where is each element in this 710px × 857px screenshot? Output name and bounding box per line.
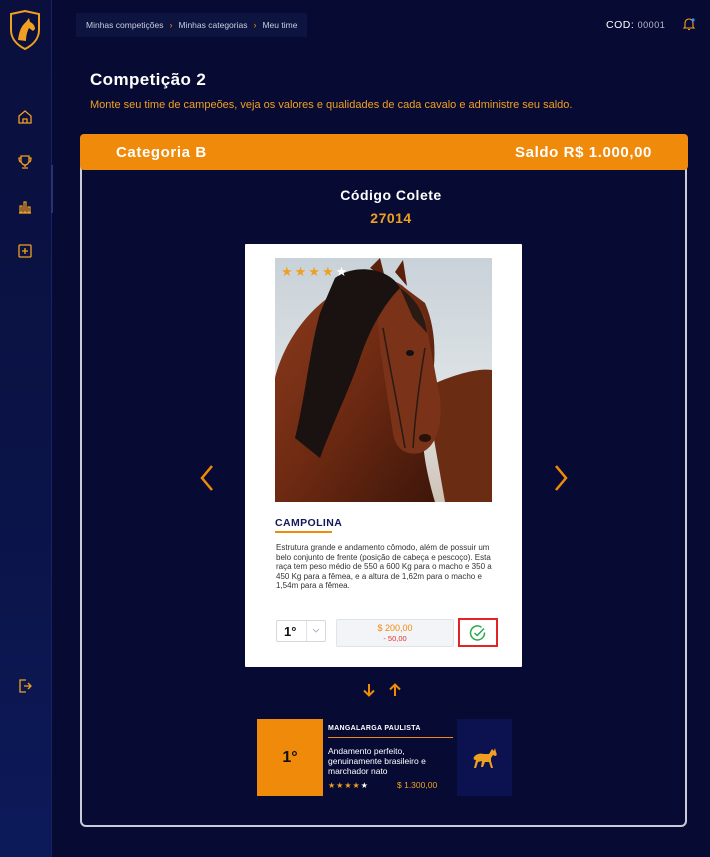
price-box: $ 200,00 - 50,00 [336, 619, 454, 647]
horse-icon [473, 747, 497, 768]
cod-value: 00001 [637, 20, 666, 30]
confirm-button[interactable] [458, 618, 498, 647]
rank-select-value: 1° [284, 623, 297, 639]
ranked-horse-price: $ 1.300,00 [397, 780, 438, 790]
breadcrumb-item-meu-time: Meu time [262, 20, 298, 30]
rating-stars: ★★★★★ [281, 264, 350, 279]
colete-code: 27014 [370, 210, 412, 226]
add-box-icon[interactable] [16, 242, 34, 260]
chevron-left-icon[interactable] [197, 462, 217, 494]
balance: Saldo R$ 1.000,00 [515, 143, 652, 161]
category-header: Categoria B Saldo R$ 1.000,00 [80, 134, 688, 170]
ranked-horse-description: Andamento perfeito, genuinamente brasile… [328, 746, 426, 776]
chevron-right-icon: › [253, 20, 257, 30]
cod-label: COD: [606, 19, 635, 31]
colete-label: Código Colete [340, 187, 442, 203]
notification-dot [691, 18, 695, 22]
sidebar [0, 0, 52, 857]
page-title: Competição 2 [90, 70, 207, 89]
horse-logo-icon[interactable] [7, 10, 43, 50]
name-underline [275, 531, 332, 533]
logout-icon[interactable] [16, 677, 34, 695]
category-name: Categoria B [116, 143, 207, 161]
horse-name: CAMPOLINA [275, 517, 343, 529]
price-difference: - 50,00 [383, 634, 407, 643]
rank-position: 1° [257, 719, 323, 796]
chevron-down-icon [306, 621, 325, 641]
ranked-horse-item[interactable]: 1° MANGALARGA PAULISTA Andamento perfeit… [257, 719, 512, 796]
arrow-down-icon[interactable] [362, 682, 376, 698]
horse-card: ★★★★★ CAMPOLINA Estrutura grande e andam… [245, 244, 522, 667]
trophy-icon[interactable] [16, 153, 34, 171]
breadcrumb-item-competicoes[interactable]: Minhas competições [86, 20, 163, 30]
ranked-rating-stars: ★★★★★ [328, 781, 369, 790]
chevron-right-icon[interactable] [551, 462, 571, 494]
ranked-horse-name: MANGALARGA PAULISTA [328, 725, 421, 732]
horse-description: Estrutura grande e andamento cômodo, alé… [276, 543, 492, 591]
check-circle-icon [469, 624, 486, 641]
ranked-name-underline [328, 737, 453, 738]
horse-price: $ 200,00 [377, 623, 413, 633]
page-subtitle: Monte seu time de campeões, veja os valo… [90, 99, 573, 111]
arrow-up-icon[interactable] [388, 682, 402, 698]
home-icon[interactable] [16, 108, 34, 126]
ranked-horse-info: MANGALARGA PAULISTA Andamento perfeito, … [323, 719, 457, 796]
user-code: COD: 00001 [606, 19, 665, 31]
sort-controls [362, 682, 402, 698]
rank-select[interactable]: 1° [276, 620, 326, 642]
ranked-horse-thumbnail [457, 719, 512, 796]
bell-icon[interactable] [682, 17, 696, 31]
chevron-right-icon: › [169, 20, 173, 30]
breadcrumb: Minhas competições › Minhas categorias ›… [76, 13, 308, 37]
horse-photo: ★★★★★ [275, 258, 492, 502]
breadcrumb-item-categorias[interactable]: Minhas categorias [178, 20, 247, 30]
